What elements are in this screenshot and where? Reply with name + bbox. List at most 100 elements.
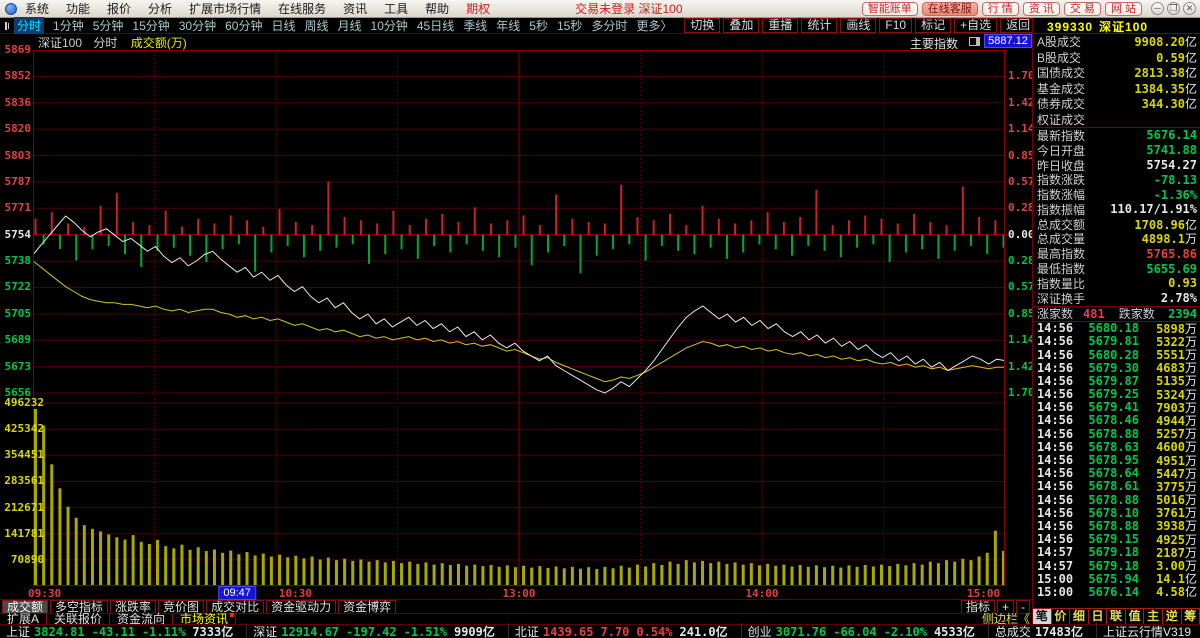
period-tab-15分钟[interactable]: 15分钟 <box>132 17 169 34</box>
price-volume-plot[interactable] <box>33 50 1005 586</box>
restore-button[interactable]: ❐ <box>1167 2 1180 15</box>
login-status: 交易未登录 深证100 <box>575 0 682 17</box>
price-axis-label: 5820 <box>0 123 31 135</box>
titlebar-button-在线客服[interactable]: 在线客服 <box>922 2 978 16</box>
tick-price: 5679.18 <box>1077 559 1139 573</box>
action-button-统计[interactable]: 统计 <box>801 18 837 33</box>
window-controls: ─❐✕ <box>1148 2 1196 15</box>
period-tab-月线[interactable]: 月线 <box>338 17 362 34</box>
row-label: 权证成交 <box>1037 111 1085 128</box>
tick-time: 14:56 <box>1037 519 1077 533</box>
chart-indicator-label[interactable]: 成交额(万) <box>131 36 187 50</box>
detail-tab-笔[interactable]: 笔 <box>1033 609 1052 624</box>
period-tab-周线[interactable]: 周线 <box>304 17 328 34</box>
index-stat-row: 今日开盘5741.88 <box>1033 143 1200 158</box>
panel-toggle-icon[interactable] <box>969 37 980 46</box>
layout-icon[interactable] <box>5 22 7 30</box>
action-button-+自选[interactable]: +自选 <box>954 18 997 33</box>
tick-time: 14:56 <box>1037 348 1077 362</box>
menu-item-扩展市场行情[interactable]: 扩展市场行情 <box>189 0 261 17</box>
action-button-返回[interactable]: 返回 <box>1000 18 1036 33</box>
segment-value: 0.54% <box>636 625 672 638</box>
app-logo-icon <box>5 3 17 15</box>
period-tab-季线[interactable]: 季线 <box>463 17 487 34</box>
period-tab-年线[interactable]: 年线 <box>496 17 520 34</box>
action-button-重播[interactable]: 重播 <box>762 18 798 33</box>
detail-tab-筹[interactable]: 筹 <box>1182 609 1200 624</box>
segment-value: -66.04 <box>833 625 876 638</box>
tick-price: 5678.10 <box>1077 506 1139 520</box>
status-bar: 上证3824.81-43.11-1.11%7333亿深证12914.67-197… <box>0 624 1200 638</box>
tick-time: 14:56 <box>1037 374 1077 388</box>
menu-item-期权[interactable]: 期权 <box>466 0 490 17</box>
minimize-button[interactable]: ─ <box>1151 2 1164 15</box>
menu-item-分析[interactable]: 分析 <box>148 0 172 17</box>
menu-item-帮助[interactable]: 帮助 <box>425 0 449 17</box>
action-button-切换[interactable]: 切换 <box>684 18 720 33</box>
period-tab-多分时[interactable]: 多分时 <box>591 17 627 34</box>
advancers-count: 481 <box>1083 307 1105 321</box>
period-tab-60分钟[interactable]: 60分钟 <box>225 17 262 34</box>
detail-tab-主[interactable]: 主 <box>1144 609 1163 624</box>
tick-volume: 4.58亿 <box>1139 583 1197 600</box>
row-unit: 亿 <box>1185 66 1197 80</box>
action-button-标记[interactable]: 标记 <box>915 18 951 33</box>
tick-time: 14:57 <box>1037 545 1077 559</box>
period-tab-30分钟[interactable]: 30分钟 <box>179 17 216 34</box>
index-stat-row: 指数涨幅-1.36% <box>1033 187 1200 202</box>
titlebar-button-资讯[interactable]: 资 讯 <box>1023 2 1060 16</box>
segment-value: 4533亿 <box>934 623 975 638</box>
action-button-画线[interactable]: 画线 <box>840 18 876 33</box>
menu-item-在线服务[interactable]: 在线服务 <box>278 0 326 17</box>
period-tab-日线[interactable]: 日线 <box>271 17 295 34</box>
period-tab-15秒[interactable]: 15秒 <box>557 17 582 34</box>
period-toolbar: 分时 1分钟 5分钟 15分钟 30分钟 60分钟日线周线月线 10分钟 45日线季线年线 5秒… <box>0 18 1032 34</box>
period-tab-5分钟[interactable]: 5分钟 <box>93 17 124 34</box>
tick-row: 15:005676.144.58亿 <box>1033 585 1200 598</box>
notification-dot <box>230 613 234 617</box>
titlebar-button-行情[interactable]: 行 情 <box>982 2 1019 16</box>
menu-item-工具[interactable]: 工具 <box>384 0 408 17</box>
detail-tab-细[interactable]: 细 <box>1070 609 1089 624</box>
tick-time: 14:56 <box>1037 334 1077 348</box>
row-label: A股成交 <box>1037 33 1081 50</box>
period-tab-更多〉[interactable]: 更多〉 <box>636 17 672 34</box>
period-tab-10分钟[interactable]: 10分钟 <box>371 17 408 34</box>
tick-list: 14:565680.185898万14:565679.815322万14:565… <box>1033 322 1200 599</box>
tick-time: 15:00 <box>1037 585 1077 599</box>
detail-tab-日[interactable]: 日 <box>1089 609 1108 624</box>
titlebar-button-交易[interactable]: 交 易 <box>1064 2 1101 16</box>
menu-item-功能[interactable]: 功能 <box>66 0 90 17</box>
time-label-15:00: 15:00 <box>967 587 1000 600</box>
tick-price: 5678.61 <box>1077 479 1139 493</box>
close-button[interactable]: ✕ <box>1183 2 1196 15</box>
titlebar-button-智能账单[interactable]: 智能账单 <box>862 2 918 16</box>
menu-item-系统[interactable]: 系统 <box>25 0 49 17</box>
period-tab-1分钟[interactable]: 1分钟 <box>53 17 84 34</box>
action-button-F10[interactable]: F10 <box>879 18 912 33</box>
volume-axis-label: 212671 <box>0 502 44 514</box>
tick-time: 14:56 <box>1037 440 1077 454</box>
index-stat-row: 指数涨跌-78.13 <box>1033 172 1200 187</box>
detail-tab-逆[interactable]: 逆 <box>1163 609 1182 624</box>
detail-tab-联[interactable]: 联 <box>1107 609 1126 624</box>
period-tab-分时[interactable]: 分时 <box>14 17 44 34</box>
period-tab-45日线[interactable]: 45日线 <box>417 17 454 34</box>
row-label: 债券成交 <box>1037 95 1085 112</box>
menu-item-资讯[interactable]: 资讯 <box>343 0 367 17</box>
titlebar-button-网站[interactable]: 网 站 <box>1105 2 1142 16</box>
indicator-tab-资金驱动力[interactable]: 资金驱动力 <box>266 600 336 614</box>
action-button-叠加[interactable]: 叠加 <box>723 18 759 33</box>
detail-tab-值[interactable]: 值 <box>1126 609 1145 624</box>
detail-tab-价[interactable]: 价 <box>1052 609 1071 624</box>
turnover-row: 基金成交1384.35亿 <box>1033 81 1200 97</box>
menu-item-报价[interactable]: 报价 <box>107 0 131 17</box>
toolbar-actions: 切换叠加重播统计画线F10标记+自选返回 <box>681 18 1036 33</box>
period-tab-5秒[interactable]: 5秒 <box>529 17 548 34</box>
turnover-row: B股成交0.59亿 <box>1033 50 1200 66</box>
time-label-09:30: 09:30 <box>28 587 61 600</box>
index-stat-row: 总成交量4898.1万 <box>1033 232 1200 247</box>
cursor-price-readout: 5887.12 <box>984 34 1032 48</box>
status-segment-上证云行情V319: 上证云行情V319 <box>1103 623 1200 638</box>
indicator-tab-资金博弈[interactable]: 资金博弈 <box>338 600 396 614</box>
